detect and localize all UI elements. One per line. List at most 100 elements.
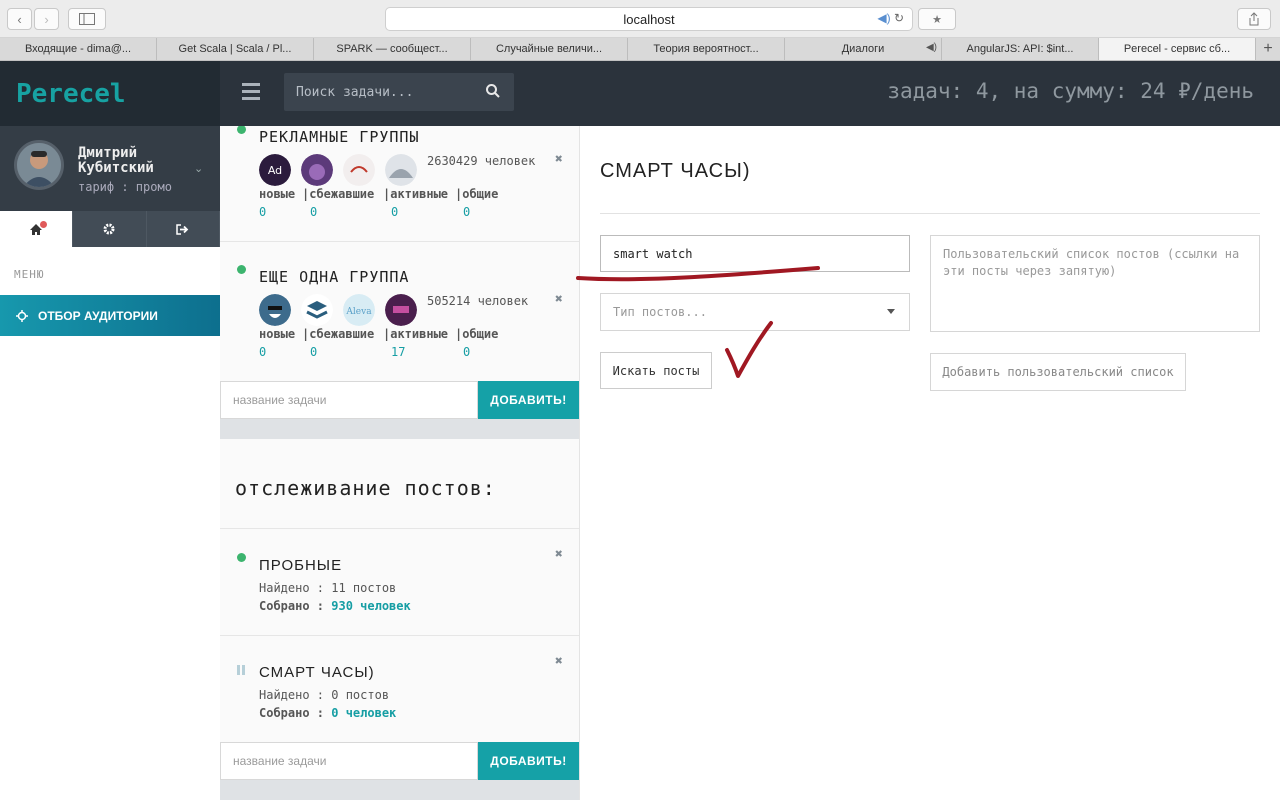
user-profile[interactable]: Дмитрий Кубитский тариф : промо ⌄ [0, 126, 220, 211]
add-task-form: ДОБАВИТЬ! [220, 381, 579, 419]
group-stats: новые 0 |сбежавшие 0 |активные 17 |общие 0 [259, 327, 559, 361]
browser-tabs: Входящие - dima@... Get Scala | Scala / … [0, 38, 1280, 61]
found-label: Найдено : [259, 688, 332, 702]
stat-label: |общие [455, 187, 499, 201]
pause-icon[interactable] [237, 660, 247, 675]
new-tab-button[interactable]: + [1256, 38, 1280, 60]
add-task-form: ДОБАВИТЬ! [220, 742, 579, 780]
custom-posts-list-textarea[interactable] [930, 235, 1260, 332]
speaker-icon[interactable]: ◀) [926, 42, 937, 53]
brand-logo[interactable]: Perecel [0, 61, 220, 126]
reload-icon[interactable]: ↻ [894, 11, 904, 25]
svg-text:Ad: Ad [268, 164, 282, 177]
collected-value: 930 человек [331, 599, 411, 613]
status-dot [237, 553, 246, 562]
stat-label: |сбежавшие [302, 327, 375, 341]
stat-label: |активные [383, 187, 449, 201]
browser-tab[interactable]: AngularJS: API: $int... [942, 38, 1099, 60]
tab-label: Теория вероятност... [653, 43, 759, 55]
group-card: ЕЩЕ ОДНА ГРУППА ✖ Aleva 505214 человек н… [220, 242, 579, 380]
group-avatar[interactable] [301, 154, 333, 186]
address-bar[interactable]: localhost ◀) ↻ [385, 7, 913, 31]
tasks-summary: задач: 4, на сумму: 24 ₽/день [887, 79, 1254, 103]
add-task-button[interactable]: ДОБАВИТЬ! [478, 742, 579, 780]
collected-line: Собрано : 0 человек [259, 706, 396, 720]
stat-label: |активные [383, 327, 449, 341]
group-title: РЕКЛАМНЫЕ ГРУППЫ [259, 128, 420, 146]
browser-tab[interactable]: Get Scala | Scala / Pl... [157, 38, 314, 60]
tab-logout[interactable] [146, 211, 220, 247]
group-avatar[interactable]: Ad [259, 154, 291, 186]
status-dot [237, 265, 246, 274]
add-custom-list-button[interactable]: Добавить пользовательский список [930, 353, 1186, 391]
app-header: задач: 4, на сумму: 24 ₽/день [220, 61, 1280, 126]
tab-settings[interactable] [73, 211, 147, 247]
group-stats: новые 0 |сбежавшие 0 |активные 0 |общие 0 [259, 187, 559, 221]
group-avatar[interactable]: Aleva [343, 294, 375, 326]
browser-tab[interactable]: Случайные величи... [471, 38, 628, 60]
search-input[interactable] [284, 73, 474, 111]
group-card: РЕКЛАМНЫЕ ГРУППЫ ✖ Ad 2630429 человек но… [220, 126, 579, 242]
browser-tab[interactable]: SPARK — сообщест... [314, 38, 471, 60]
find-posts-button[interactable]: Искать посты [600, 352, 712, 389]
group-avatar[interactable] [259, 294, 291, 326]
group-avatar[interactable] [301, 294, 333, 326]
task-name-input[interactable] [220, 742, 478, 780]
close-icon[interactable]: ✖ [555, 654, 563, 669]
bookmark-button[interactable]: ★ [918, 8, 956, 30]
chevron-right-icon: › [44, 11, 49, 27]
stat-value: 0 [310, 345, 318, 359]
browser-tab[interactable]: Диалоги ◀) [785, 38, 942, 60]
group-avatar[interactable] [343, 154, 375, 186]
browser-tab[interactable]: Входящие - dima@... [0, 38, 157, 60]
share-button[interactable] [1237, 8, 1271, 30]
speaker-icon[interactable]: ◀) [877, 11, 890, 25]
post-type-select[interactable]: Тип постов... [600, 293, 910, 331]
group-title: ЕЩЕ ОДНА ГРУППА [259, 268, 410, 286]
chevron-left-icon: ‹ [17, 11, 22, 27]
stat-value: 17 [391, 345, 406, 359]
user-tariff: тариф : промо [78, 180, 172, 194]
tracked-title: СМАРТ ЧАСЫ) [259, 664, 375, 681]
stat-value: 0 [391, 205, 399, 219]
search-icon[interactable] [486, 84, 500, 98]
stat-label: новые [259, 187, 296, 201]
found-value: 0 постов [331, 688, 390, 702]
hamburger-menu-icon[interactable] [242, 83, 260, 100]
sidebar-toggle-button[interactable] [68, 8, 106, 30]
close-icon[interactable]: ✖ [555, 152, 563, 167]
collected-label: Собрано : [259, 706, 332, 720]
browser-tab-active[interactable]: Perecel - сервис сб... [1099, 38, 1256, 60]
chevron-down-icon[interactable]: ⌄ [194, 162, 203, 175]
group-avatar[interactable] [385, 294, 417, 326]
add-task-button[interactable]: ДОБАВИТЬ! [478, 381, 579, 419]
stat-value: 0 [310, 205, 318, 219]
forward-button[interactable]: › [34, 8, 59, 30]
collected-value: 0 человек [331, 706, 397, 720]
close-icon[interactable]: ✖ [555, 292, 563, 307]
status-dot [237, 126, 246, 134]
close-icon[interactable]: ✖ [555, 547, 563, 562]
sidebar-item-audience[interactable]: ОТБОР АУДИТОРИИ [0, 295, 220, 336]
tab-label: SPARK — сообщест... [336, 43, 448, 55]
sidebar: Дмитрий Кубитский тариф : промо ⌄ МЕНЮ О… [0, 126, 220, 800]
svg-text:Aleva: Aleva [345, 307, 372, 317]
back-button[interactable]: ‹ [7, 8, 32, 30]
avatar [14, 140, 64, 190]
stat-label: |общие [455, 327, 499, 341]
notification-dot [40, 221, 47, 228]
tracked-post-item: ПРОБНЫЕ ✖ Найдено : 11 постов Собрано : … [220, 528, 579, 636]
tab-label: Диалоги [841, 43, 885, 55]
caret-down-icon [887, 309, 895, 314]
keyword-input[interactable] [600, 235, 910, 272]
sidebar-tabs [0, 211, 220, 247]
tab-home[interactable] [0, 211, 74, 247]
group-avatar[interactable] [385, 154, 417, 186]
task-name-input[interactable] [220, 381, 478, 419]
browser-toolbar: ‹ › localhost ◀) ↻ ★ [0, 0, 1280, 38]
browser-tab[interactable]: Теория вероятност... [628, 38, 785, 60]
divider [600, 213, 1260, 214]
tab-label: Get Scala | Scala / Pl... [178, 43, 292, 55]
tasks-panel: РЕКЛАМНЫЕ ГРУППЫ ✖ Ad 2630429 человек но… [220, 126, 580, 800]
tab-label: Perecel - сервис сб... [1123, 43, 1231, 55]
